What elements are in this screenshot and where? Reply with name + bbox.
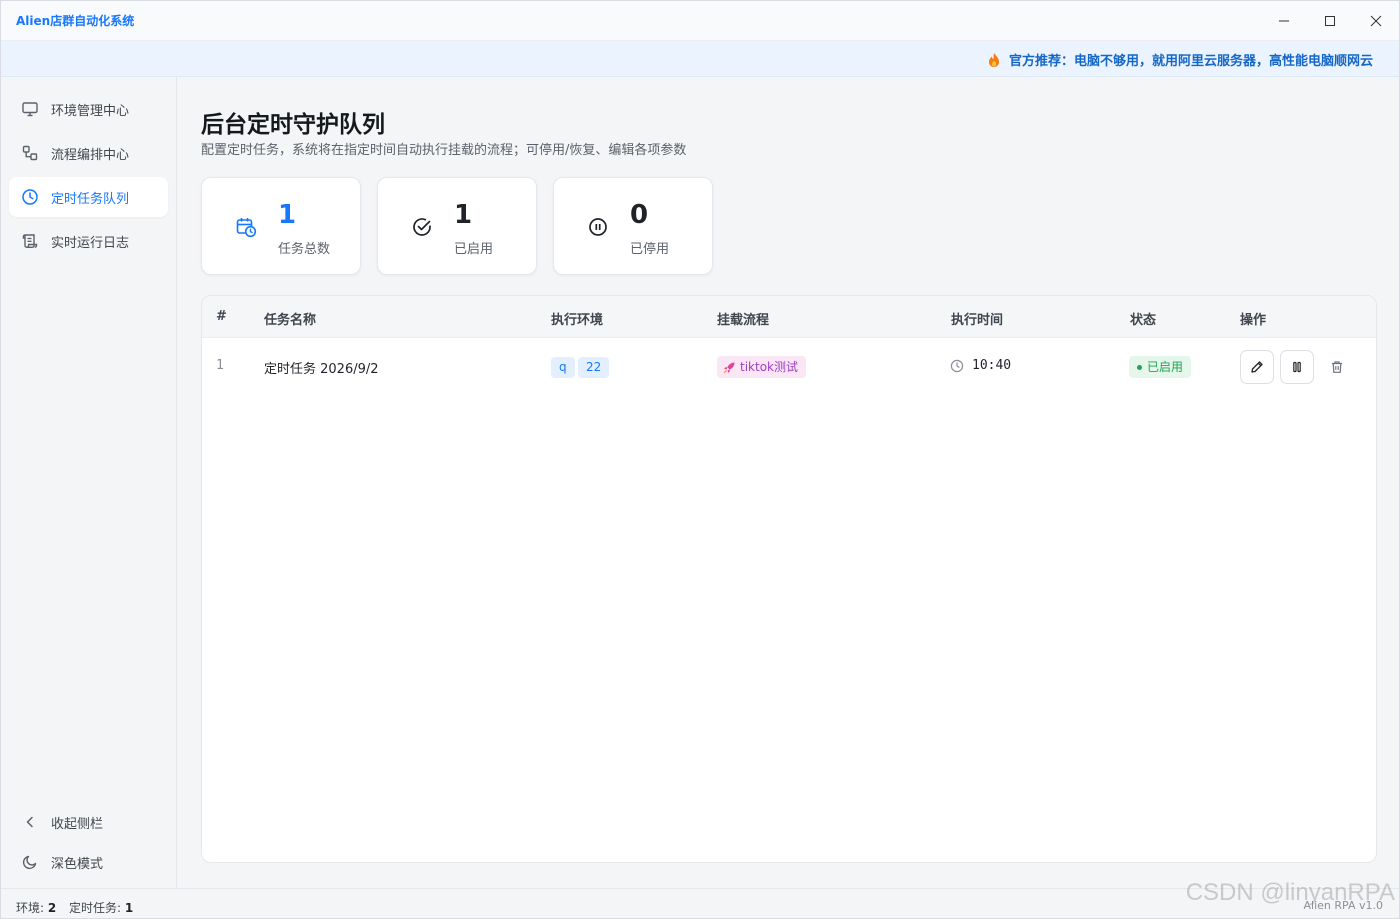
collapse-sidebar-label: 收起侧栏 — [51, 816, 104, 832]
exec-time-value: 10:40 — [972, 358, 1012, 373]
maximize-button[interactable] — [1307, 1, 1353, 41]
sidebar-item-label: 实时运行日志 — [51, 235, 130, 251]
rocket-icon — [723, 362, 735, 373]
edit-button[interactable] — [1240, 350, 1274, 384]
env-count-value: 2 — [47, 901, 57, 915]
pause-button[interactable] — [1280, 350, 1314, 384]
window-controls — [1261, 1, 1399, 41]
collapse-sidebar-button[interactable]: 收起侧栏 — [9, 804, 168, 840]
env-count-label: 环境: — [16, 901, 45, 915]
moon-icon — [21, 853, 39, 871]
watermark: CSDN @linyanRPA — [1185, 879, 1395, 906]
chevron-left-icon — [21, 813, 39, 831]
calendar-clock-icon — [235, 216, 257, 238]
column-header: 执行时间 — [951, 313, 1004, 328]
exec-time: 10:40 — [950, 358, 1011, 373]
promo-banner: 官方推荐：电脑不够用，就用阿里云服务器，高性能电脑顺网云 — [1, 41, 1399, 77]
clock-icon — [950, 359, 964, 372]
stat-value: 0 — [630, 200, 649, 230]
sidebar-item-environments[interactable]: 环境管理中心 — [9, 89, 168, 129]
sidebar-item-label: 流程编排中心 — [51, 147, 130, 163]
app-title: Alien店群自动化系统 — [16, 14, 135, 28]
column-header: 状态 — [1130, 313, 1157, 328]
env-tag: 22 — [578, 357, 610, 378]
env-tag: q — [551, 357, 575, 378]
column-header: 挂载流程 — [717, 313, 770, 328]
pause-icon — [1293, 361, 1301, 373]
stat-card-enabled: 1 已启用 — [377, 177, 537, 275]
pause-circle-icon — [587, 216, 609, 238]
task-count-status: 定时任务: 1 — [69, 899, 133, 916]
minimize-icon — [1279, 20, 1289, 22]
fire-icon — [989, 52, 999, 67]
title-bar: Alien店群自动化系统 — [1, 1, 1399, 41]
env-count-status: 环境: 2 — [16, 899, 56, 916]
stat-card-disabled: 0 已停用 — [553, 177, 713, 275]
stat-value: 1 — [278, 200, 297, 230]
flow-icon — [21, 144, 39, 162]
row-index: 1 — [216, 358, 225, 373]
sidebar-item-flows[interactable]: 流程编排中心 — [9, 133, 168, 173]
page-title: 后台定时守护队列 — [201, 112, 385, 138]
sidebar-item-logs[interactable]: 实时运行日志 — [9, 221, 168, 261]
banner-content[interactable]: 官方推荐：电脑不够用，就用阿里云服务器，高性能电脑顺网云 — [987, 50, 1373, 69]
stat-label: 任务总数 — [278, 242, 331, 257]
page-description: 配置定时任务，系统将在指定时间自动执行挂载的流程；可停用/恢复、编辑各项参数 — [201, 143, 687, 158]
task-name: 定时任务 2026/9/2 — [264, 362, 379, 377]
sidebar: 环境管理中心 流程编排中心 定时任务队列 实时运行日志 收起侧栏 深色模式 — [1, 77, 177, 888]
table-header: # 任务名称 执行环境 挂载流程 执行时间 状态 操作 — [202, 296, 1376, 338]
maximize-icon — [1325, 16, 1335, 26]
table-row: 1 定时任务 2026/9/2 q 22 tiktok测试 10:40 已启用 — [202, 338, 1376, 396]
pencil-icon — [1251, 361, 1263, 373]
column-header: 操作 — [1240, 313, 1267, 328]
column-header: 任务名称 — [264, 313, 317, 328]
banner-text: 官方推荐：电脑不够用，就用阿里云服务器，高性能电脑顺网云 — [1009, 54, 1374, 69]
task-count-label: 定时任务: — [69, 901, 122, 915]
column-header: 执行环境 — [551, 313, 604, 328]
flow-name: tiktok测试 — [740, 360, 798, 374]
sidebar-item-label: 环境管理中心 — [51, 103, 130, 119]
sidebar-item-label: 定时任务队列 — [51, 191, 130, 207]
task-count-value: 1 — [124, 901, 134, 915]
status-badge: 已启用 — [1129, 356, 1192, 378]
clock-icon — [21, 188, 39, 206]
check-circle-icon — [411, 216, 433, 238]
close-icon — [1370, 15, 1382, 27]
stat-value: 1 — [454, 200, 473, 230]
column-header: # — [216, 309, 227, 324]
delete-button[interactable] — [1320, 350, 1354, 384]
app-window: Alien店群自动化系统 官方推荐：电脑不够用，就用阿里云服务器，高性能电脑顺网… — [0, 0, 1400, 919]
stat-label: 已停用 — [630, 242, 670, 257]
main-content: 后台定时守护队列 配置定时任务，系统将在指定时间自动执行挂载的流程；可停用/恢复… — [177, 77, 1399, 888]
task-table: # 任务名称 执行环境 挂载流程 执行时间 状态 操作 1 定时任务 2026/… — [201, 295, 1377, 863]
dark-mode-toggle[interactable]: 深色模式 — [9, 844, 168, 880]
minimize-button[interactable] — [1261, 1, 1307, 41]
status-dot — [1137, 364, 1142, 370]
status-text: 已启用 — [1147, 360, 1184, 374]
stat-label: 已启用 — [454, 242, 494, 257]
monitor-icon — [21, 100, 39, 118]
trash-icon — [1332, 361, 1342, 373]
scroll-icon — [21, 232, 39, 250]
sidebar-item-scheduled-tasks[interactable]: 定时任务队列 — [9, 177, 168, 217]
stat-card-total: 1 任务总数 — [201, 177, 361, 275]
close-button[interactable] — [1353, 1, 1399, 41]
dark-mode-label: 深色模式 — [51, 856, 104, 872]
flow-tag: tiktok测试 — [717, 356, 806, 378]
